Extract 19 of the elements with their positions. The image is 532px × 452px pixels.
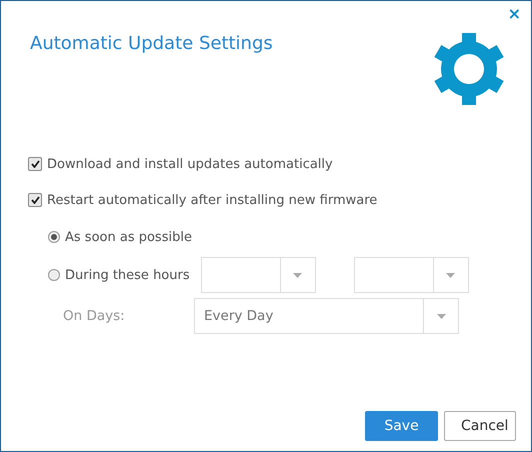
radio-button[interactable] bbox=[48, 231, 60, 243]
days-label: On Days: bbox=[63, 308, 126, 324]
caret-icon bbox=[436, 314, 446, 318]
cancel-button[interactable]: Cancel bbox=[444, 411, 516, 441]
close-button[interactable]: × bbox=[506, 6, 523, 22]
checkbox[interactable] bbox=[28, 157, 42, 171]
radio-button[interactable] bbox=[48, 269, 60, 281]
checkbox[interactable] bbox=[28, 193, 42, 207]
gear-icon bbox=[433, 33, 505, 105]
radio-label: As soon as possible bbox=[65, 230, 192, 244]
start-hour-dropdown[interactable] bbox=[200, 257, 316, 293]
days-dropdown[interactable]: Every Day bbox=[194, 298, 459, 334]
dialog-title: Automatic Update Settings bbox=[30, 33, 273, 54]
save-button[interactable]: Save bbox=[365, 411, 438, 441]
caret-icon bbox=[446, 272, 456, 278]
radio-label: During these hours bbox=[65, 268, 190, 282]
checkbox-label: Download and install updates automatically bbox=[47, 156, 333, 172]
caret-icon bbox=[293, 272, 302, 278]
checkbox-label: Restart automatically after installing new firmware bbox=[47, 192, 378, 208]
